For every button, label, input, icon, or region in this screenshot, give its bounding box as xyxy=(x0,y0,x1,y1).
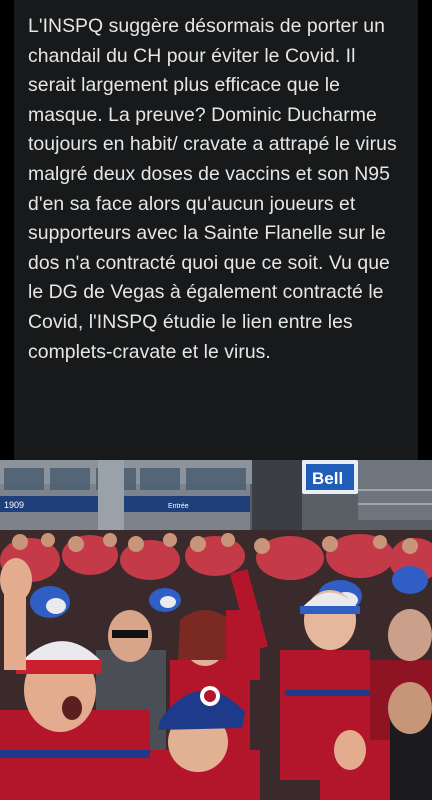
crowd-photo-illustration: 1909 Entrée Bell xyxy=(0,460,432,800)
sign-left-text: 1909 xyxy=(4,500,24,510)
sign-center-text: Entrée xyxy=(168,503,189,510)
post-text-block: L'INSPQ suggère désormais de porter un c… xyxy=(14,0,418,460)
post-card: L'INSPQ suggère désormais de porter un c… xyxy=(0,0,432,460)
post-body-text: L'INSPQ suggère désormais de porter un c… xyxy=(28,15,397,363)
sign-band xyxy=(0,496,250,512)
crowd-photo[interactable]: 1909 Entrée Bell xyxy=(0,460,432,800)
bell-sign-text: Bell xyxy=(312,469,343,488)
